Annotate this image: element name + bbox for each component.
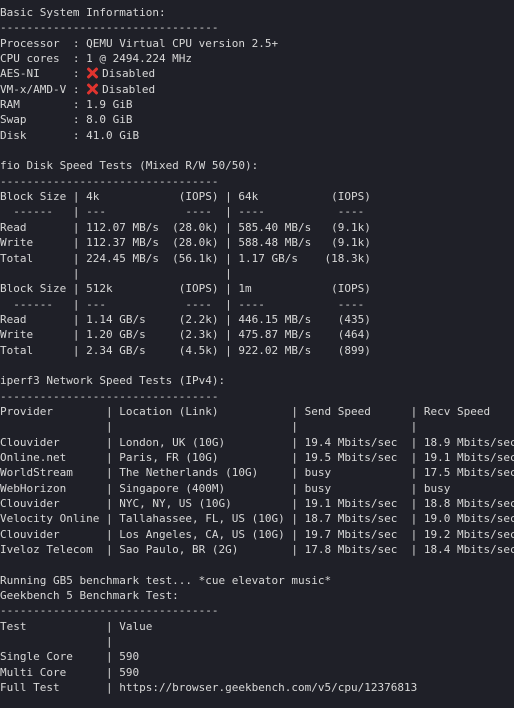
terminal-line-text: Single Core | 590 — [0, 650, 140, 664]
terminal-line-text: Read | 112.07 MB/s (28.0k) | 585.40 MB/s… — [0, 220, 371, 234]
terminal-line: Clouvider | Los Angeles, CA, US (10G) | … — [0, 527, 514, 542]
terminal-line-text: Basic System Information: — [0, 6, 166, 19]
terminal-line: RAM : 1.9 GiB — [0, 97, 514, 112]
terminal-line-text: Disk : 41.0 GiB — [0, 128, 140, 142]
terminal-line-text: Velocity Online | Tallahassee, FL, US (1… — [0, 512, 514, 526]
terminal-line: Single Core | 590 — [0, 649, 514, 664]
terminal-line: Write | 1.20 GB/s (2.3k) | 475.87 MB/s (… — [0, 327, 514, 342]
terminal-line-text: Write | 112.37 MB/s (28.0k) | 588.48 MB/… — [0, 236, 371, 250]
terminal-line: --------------------------------- — [0, 389, 514, 404]
terminal-line: | | | — [0, 419, 514, 434]
terminal-line-text: Provider | Location (Link) | Send Speed … — [0, 404, 491, 418]
terminal-line: ------ | --- ---- | ---- ---- — [0, 204, 514, 219]
terminal-line-text: --------------------------------- — [0, 604, 219, 618]
terminal-output: Basic System Information: ---------------… — [0, 0, 514, 708]
terminal-line-text: Write | 1.20 GB/s (2.3k) | 475.87 MB/s (… — [0, 328, 371, 342]
terminal-line: Running GB5 benchmark test... *cue eleva… — [0, 573, 514, 588]
terminal-line-text: Iveloz Telecom | Sao Paulo, BR (2G) | 17… — [0, 543, 514, 557]
terminal-line-text: --------------------------------- — [0, 174, 219, 188]
terminal-line-text: WorldStream | The Netherlands (10G) | bu… — [0, 466, 514, 480]
status-value: Disabled — [102, 67, 156, 81]
terminal-line: Provider | Location (Link) | Send Speed … — [0, 404, 514, 419]
terminal-line: WorldStream | The Netherlands (10G) | bu… — [0, 465, 514, 480]
terminal-line-text: Swap : 8.0 GiB — [0, 113, 133, 127]
terminal-line: Clouvider | NYC, NY, US (10G) | 19.1 Mbi… — [0, 496, 514, 511]
terminal-line-text: fio Disk Speed Tests (Mixed R/W 50/50): — [0, 159, 259, 173]
terminal-line-text: --------------------------------- — [0, 21, 219, 35]
terminal-line: --------------------------------- — [0, 174, 514, 189]
terminal-line: Geekbench 5 Benchmark Test: — [0, 588, 514, 603]
terminal-line-text: AES-NI : — [0, 67, 87, 81]
terminal-line-text: Online.net | Paris, FR (10G) | 19.5 Mbit… — [0, 450, 514, 464]
terminal-line: Online.net | Paris, FR (10G) | 19.5 Mbit… — [0, 450, 514, 465]
terminal-line: | | — [0, 266, 514, 281]
terminal-line: Processor : QEMU Virtual CPU version 2.5… — [0, 36, 514, 51]
terminal-line: Total | 224.45 MB/s (56.1k) | 1.17 GB/s … — [0, 251, 514, 266]
terminal-line-text: Clouvider | Los Angeles, CA, US (10G) | … — [0, 527, 514, 541]
status-value: Disabled — [102, 82, 156, 96]
terminal-line: Disk : 41.0 GiB — [0, 128, 514, 143]
terminal-line: VM-x/AMD-V : Disabled — [0, 82, 514, 97]
terminal-line: Iveloz Telecom | Sao Paulo, BR (2G) | 17… — [0, 542, 514, 557]
terminal-line-text: Total | 2.34 GB/s (4.5k) | 922.02 MB/s (… — [0, 343, 371, 357]
terminal-line-text: RAM : 1.9 GiB — [0, 98, 133, 112]
cross-mark-icon — [86, 67, 98, 79]
terminal-line: Write | 112.37 MB/s (28.0k) | 588.48 MB/… — [0, 235, 514, 250]
terminal-line-text: Geekbench 5 Benchmark Test: — [0, 589, 179, 603]
terminal-line: Full Test | https://browser.geekbench.co… — [0, 680, 514, 695]
terminal-line-text: Full Test | https://browser.geekbench.co… — [0, 681, 418, 695]
terminal-line: Test | Value — [0, 619, 514, 634]
terminal-line: AES-NI : Disabled — [0, 66, 514, 81]
terminal-line: ------ | --- ---- | ---- ---- — [0, 297, 514, 312]
terminal-line-text: Clouvider | NYC, NY, US (10G) | 19.1 Mbi… — [0, 497, 514, 510]
terminal-line: Swap : 8.0 GiB — [0, 112, 514, 127]
terminal-line-text: WebHorizon | Singapore (400M) | busy | b… — [0, 481, 451, 495]
terminal-line-text: ------ | --- ---- | ---- ---- — [0, 297, 371, 311]
terminal-line: Multi Core | 590 — [0, 665, 514, 680]
terminal-line: Read | 112.07 MB/s (28.0k) | 585.40 MB/s… — [0, 220, 514, 235]
terminal-line: Block Size | 4k (IOPS) | 64k (IOPS) — [0, 189, 514, 204]
terminal-line-text: Total | 224.45 MB/s (56.1k) | 1.17 GB/s … — [0, 251, 371, 265]
terminal-line-text: CPU cores : 1 @ 2494.224 MHz — [0, 52, 193, 66]
cross-mark-icon — [86, 83, 98, 95]
terminal-line: fio Disk Speed Tests (Mixed R/W 50/50): — [0, 158, 514, 173]
terminal-line-text: Test | Value — [0, 619, 153, 633]
terminal-line: | — [0, 634, 514, 649]
terminal-line-text: Block Size | 4k (IOPS) | 64k (IOPS) — [0, 190, 371, 204]
terminal-line: WebHorizon | Singapore (400M) | busy | b… — [0, 481, 514, 496]
terminal-line-text: Running GB5 benchmark test... *cue eleva… — [0, 573, 332, 587]
terminal-line: Total | 2.34 GB/s (4.5k) | 922.02 MB/s (… — [0, 343, 514, 358]
terminal-line-text: Processor : QEMU Virtual CPU version 2.5… — [0, 36, 279, 50]
terminal-line: Read | 1.14 GB/s (2.2k) | 446.15 MB/s (4… — [0, 312, 514, 327]
terminal-line-text: --------------------------------- — [0, 389, 219, 403]
terminal-line-text: Block Size | 512k (IOPS) | 1m (IOPS) — [0, 282, 371, 296]
terminal-line: Basic System Information: — [0, 5, 514, 20]
terminal-line-text: Read | 1.14 GB/s (2.2k) | 446.15 MB/s (4… — [0, 312, 371, 326]
terminal-line-text: iperf3 Network Speed Tests (IPv4): — [0, 374, 226, 388]
terminal-line: --------------------------------- — [0, 20, 514, 35]
terminal-line: Block Size | 512k (IOPS) | 1m (IOPS) — [0, 281, 514, 296]
terminal-line-text: | | | — [0, 420, 418, 434]
terminal-line: iperf3 Network Speed Tests (IPv4): — [0, 373, 514, 388]
terminal-line-text: | | — [0, 266, 371, 280]
terminal-line: --------------------------------- — [0, 603, 514, 618]
terminal-line: Velocity Online | Tallahassee, FL, US (1… — [0, 511, 514, 526]
terminal-line: CPU cores : 1 @ 2494.224 MHz — [0, 51, 514, 66]
terminal-line-text: Multi Core | 590 — [0, 665, 140, 679]
terminal-line-text: Clouvider | London, UK (10G) | 19.4 Mbit… — [0, 435, 514, 449]
terminal-line-text: VM-x/AMD-V : — [0, 82, 87, 96]
terminal-line-text: | — [0, 635, 113, 649]
terminal-line-text: ------ | --- ---- | ---- ---- — [0, 205, 371, 219]
terminal-line: Clouvider | London, UK (10G) | 19.4 Mbit… — [0, 435, 514, 450]
